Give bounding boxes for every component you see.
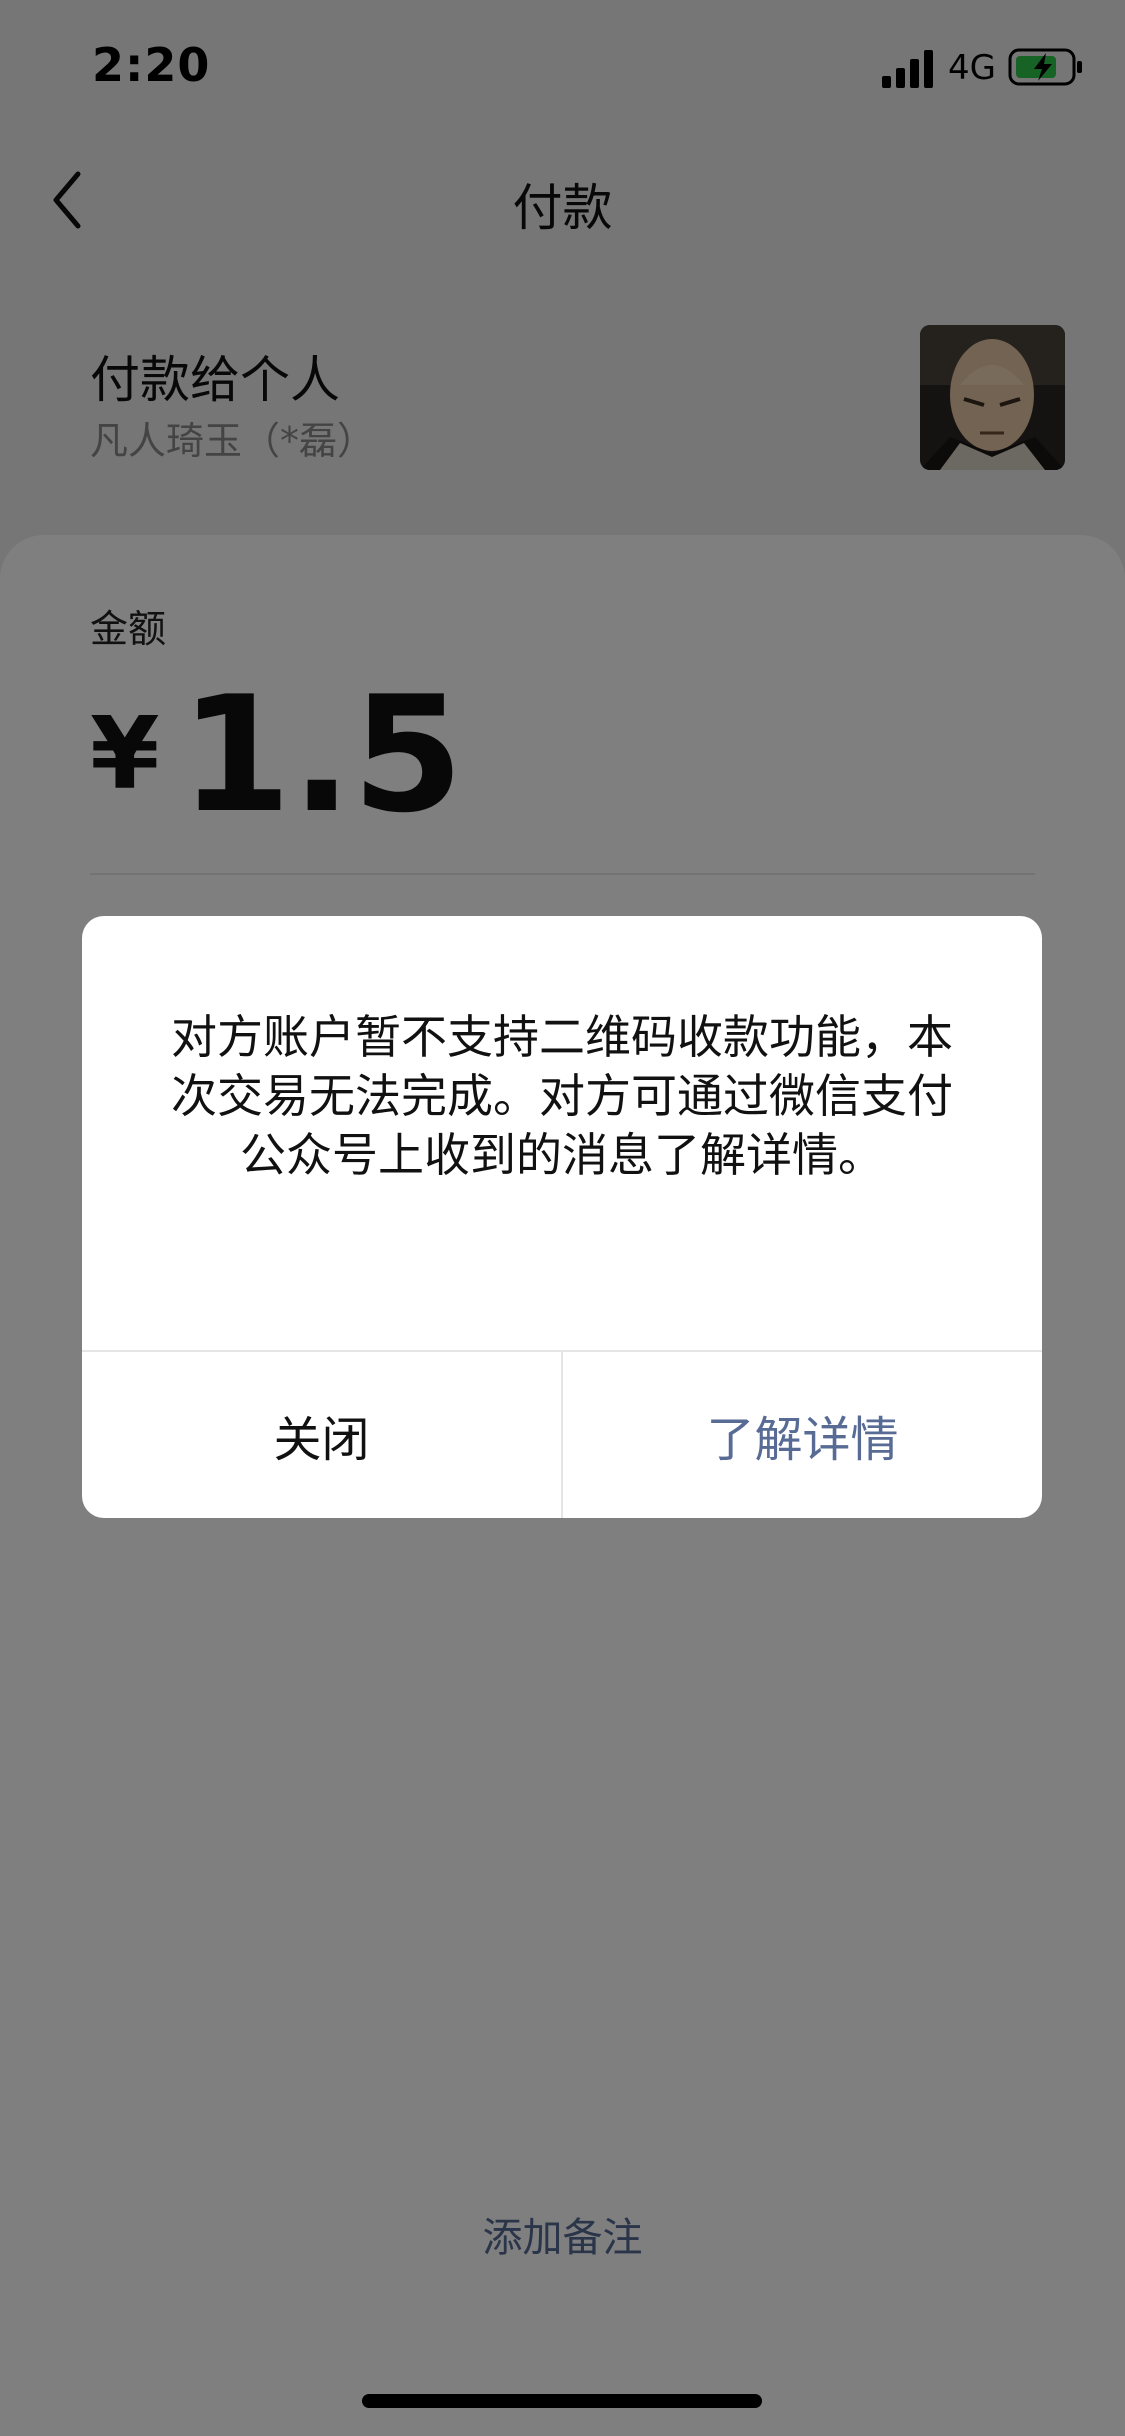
home-indicator[interactable] bbox=[362, 2394, 762, 2408]
learn-more-button[interactable]: 了解详情 bbox=[563, 1352, 1042, 1518]
close-button[interactable]: 关闭 bbox=[82, 1352, 561, 1518]
dialog-message: 对方账户暂不支持二维码收款功能，本次交易无法完成。对方可通过微信支付公众号上收到… bbox=[171, 1010, 953, 1182]
alert-dialog: 对方账户暂不支持二维码收款功能，本次交易无法完成。对方可通过微信支付公众号上收到… bbox=[82, 916, 1042, 1518]
